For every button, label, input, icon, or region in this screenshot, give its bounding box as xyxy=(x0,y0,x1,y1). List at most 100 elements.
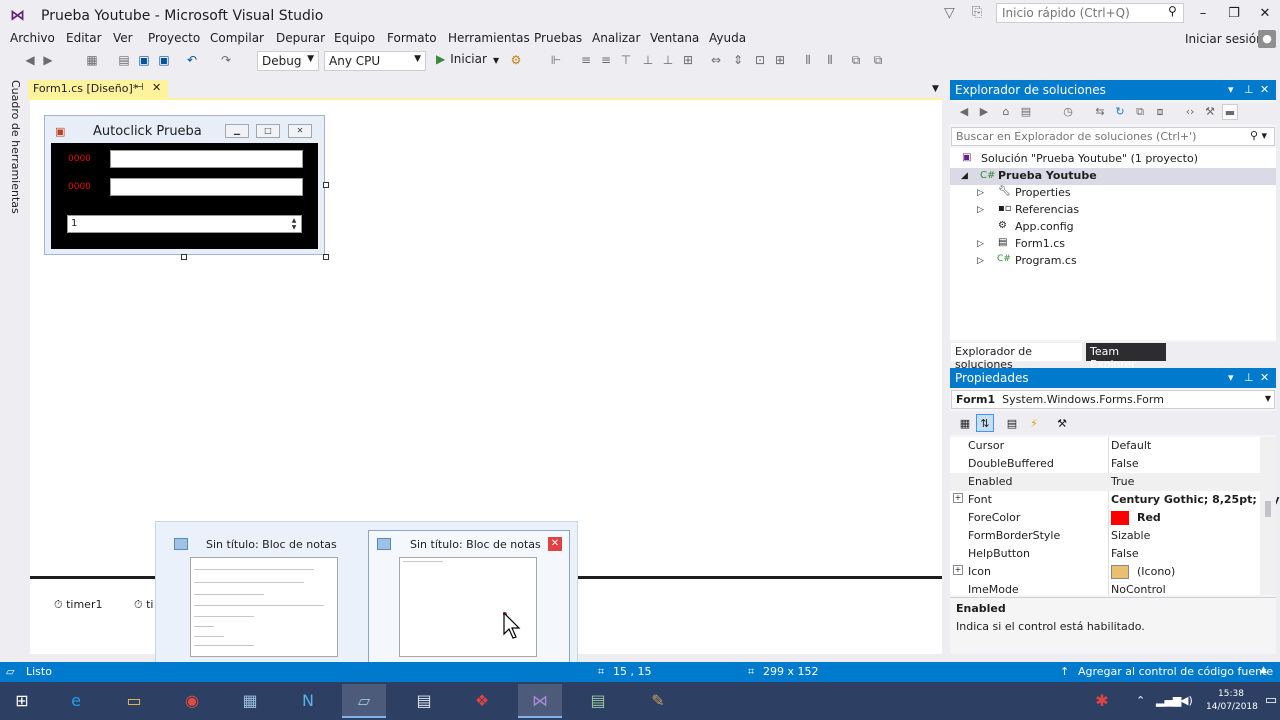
configuration-select[interactable]: Debug ▼ xyxy=(257,51,319,71)
thumbnail-1-preview[interactable] xyxy=(190,557,338,657)
menu-pruebas[interactable]: Pruebas xyxy=(534,31,582,45)
spin-arrows-icon[interactable]: ▲ ▼ xyxy=(288,217,300,231)
expand-plus-icon[interactable]: + xyxy=(953,493,963,503)
tab-form1-design[interactable]: Form1.cs [Diseño]* ⊣ ✕ xyxy=(28,80,168,98)
expand-arrow-icon[interactable]: ▷ xyxy=(977,188,984,198)
search-icon[interactable]: ⚲ xyxy=(1168,4,1177,18)
dropdown-icon[interactable]: ▾ xyxy=(1228,371,1234,384)
property-row-font[interactable]: + Font Century Gothic; 8,25pt; style xyxy=(950,491,1280,509)
property-row-forecolor[interactable]: ForeColor Red xyxy=(950,509,1260,527)
timer1-component[interactable]: ⏱ timer1 xyxy=(54,598,102,612)
colorful-app-icon[interactable]: ❖ xyxy=(460,684,504,718)
restore-button[interactable]: ❐ xyxy=(1221,4,1247,24)
thumbnail-close-icon[interactable]: ✕ xyxy=(548,537,562,551)
source-control-button[interactable]: Agregar al control de código fuente xyxy=(1078,665,1273,678)
thumbnail-2-preview[interactable] xyxy=(399,557,537,657)
navigate-forward-icon[interactable]: ▶ xyxy=(40,52,56,68)
property-row-icon[interactable]: + Icon (Icono) xyxy=(950,563,1260,581)
events-lightning-icon[interactable]: ⚡ xyxy=(1025,414,1043,432)
redo-icon[interactable]: ↷ xyxy=(218,52,234,68)
close-button[interactable]: ✕ xyxy=(1252,4,1278,24)
menu-ventana[interactable]: Ventana xyxy=(650,31,699,45)
align-rights-icon[interactable]: ≡ xyxy=(598,52,614,68)
app-window-icon[interactable]: ▦ xyxy=(228,684,272,718)
align-grid-icon[interactable]: ⊞ xyxy=(680,52,696,68)
textbox-2[interactable] xyxy=(110,178,303,196)
app-window-2-icon[interactable]: ▤ xyxy=(576,684,620,718)
property-value[interactable]: True xyxy=(1111,475,1134,488)
collapse-all-icon[interactable]: ⧉ xyxy=(1132,104,1148,120)
home-icon[interactable]: ⌂ xyxy=(998,104,1014,120)
menu-ver[interactable]: Ver xyxy=(113,31,133,45)
pending-changes-icon[interactable]: ◷ xyxy=(1060,104,1076,120)
tab-overflow-icon[interactable]: ▼ xyxy=(932,84,939,94)
menu-analizar[interactable]: Analizar xyxy=(592,31,640,45)
output-window-icon[interactable]: ▱ xyxy=(6,665,14,678)
search-icon[interactable]: ⚲ ▾ xyxy=(1250,129,1267,142)
menu-archivo[interactable]: Archivo xyxy=(10,31,55,45)
taskbar-clock[interactable]: 15:38 14/07/2018 xyxy=(1206,688,1258,714)
preview-icon[interactable]: ▬ xyxy=(1222,104,1238,120)
align-tops-icon[interactable]: ⊤ xyxy=(618,52,634,68)
browser-link-icon[interactable]: ⚙ xyxy=(508,52,524,68)
menu-proyecto[interactable]: Proyecto xyxy=(148,31,200,45)
expand-plus-icon[interactable]: + xyxy=(953,565,963,575)
alphabetical-icon[interactable]: ⇅ xyxy=(976,414,994,432)
menu-herramientas[interactable]: Herramientas xyxy=(448,31,530,45)
tree-item-properties[interactable]: Properties xyxy=(1015,186,1071,199)
label-1[interactable]: 0000 xyxy=(68,154,91,164)
tray-app-icon[interactable]: ✱ xyxy=(1080,684,1124,718)
align-centers-icon[interactable]: ≡ xyxy=(578,52,594,68)
start-debug-button[interactable]: ▶ Iniciar ▼ xyxy=(436,52,499,66)
pin-icon[interactable]: ⊣ xyxy=(135,82,144,93)
tree-item-program[interactable]: Program.cs xyxy=(1015,254,1077,267)
tree-item-references[interactable]: Referencias xyxy=(1015,203,1079,216)
tree-item-project[interactable]: Prueba Youtube xyxy=(998,169,1097,182)
navigate-back-icon[interactable]: ◀ xyxy=(22,52,38,68)
notifications-filter-icon[interactable]: ▽ xyxy=(944,5,958,21)
size-to-grid-icon[interactable]: ⊞ xyxy=(772,52,788,68)
bring-to-front-icon[interactable]: ⧉ xyxy=(848,52,864,68)
thumbnail-2-title[interactable]: Sin título: Bloc de notas xyxy=(410,538,541,551)
menu-compilar[interactable]: Compilar xyxy=(210,31,264,45)
make-same-height-icon[interactable]: ⇕ xyxy=(730,52,746,68)
property-value[interactable]: Default xyxy=(1111,439,1151,452)
network-icon[interactable]: ▂▄▆ xyxy=(1156,694,1181,707)
thumbnail-1-title[interactable]: Sin título: Bloc de notas xyxy=(206,538,337,551)
textbox-1[interactable] xyxy=(110,150,303,168)
menu-formato[interactable]: Formato xyxy=(387,31,437,45)
refresh-icon[interactable]: ↻ xyxy=(1112,104,1128,120)
forward-icon[interactable]: ▶ xyxy=(976,104,992,120)
tab-team-explorer[interactable]: Team Explorer xyxy=(1086,343,1166,371)
chrome-icon[interactable]: ◉ xyxy=(170,684,214,718)
resize-handle-bottom[interactable] xyxy=(181,254,187,260)
save-all-icon[interactable]: ▣ xyxy=(156,52,172,68)
user-avatar-icon[interactable]: ● xyxy=(1258,30,1276,48)
app-n-icon[interactable]: N xyxy=(286,684,330,718)
save-icon[interactable]: ▣ xyxy=(136,52,152,68)
feedback-icon[interactable]: ⎘ xyxy=(972,5,988,21)
property-row-enabled[interactable]: Enabled True xyxy=(950,473,1260,491)
tab-solution-explorer[interactable]: Explorador de soluciones xyxy=(951,343,1082,371)
show-hidden-icons-icon[interactable]: ⌃ xyxy=(1136,694,1145,707)
show-all-files-icon[interactable]: ⧈ xyxy=(1152,104,1168,120)
expand-arrow-icon[interactable]: ▷ xyxy=(977,239,984,249)
pin-icon[interactable]: ⊥ xyxy=(1244,371,1254,384)
properties-view-icon[interactable]: ▤ xyxy=(1003,414,1021,432)
property-grid-scrollbar[interactable] xyxy=(1260,437,1276,595)
property-value[interactable]: False xyxy=(1111,457,1139,470)
open-file-icon[interactable]: ▤ xyxy=(116,52,132,68)
close-icon[interactable]: ✕ xyxy=(1260,83,1269,96)
send-to-back-icon[interactable]: ⧉ xyxy=(870,52,886,68)
menu-equipo[interactable]: Equipo xyxy=(334,31,375,45)
object-selector[interactable]: Form1 System.Windows.Forms.Form ▼ xyxy=(951,390,1275,409)
tree-item-app-config[interactable]: App.config xyxy=(1015,220,1074,233)
align-middles-icon[interactable]: ⊥ xyxy=(640,52,656,68)
sync-icon[interactable]: ⇆ xyxy=(1092,104,1108,120)
resize-handle-bottom-right[interactable] xyxy=(323,254,329,260)
properties-wrench-icon[interactable]: ⚒ xyxy=(1202,104,1218,120)
property-value[interactable]: Century Gothic; 8,25pt; style xyxy=(1111,493,1280,506)
numeric-up-down[interactable]: 1 xyxy=(67,215,302,233)
align-bottoms-icon[interactable]: ⊥ xyxy=(660,52,676,68)
menu-depurar[interactable]: Depurar xyxy=(276,31,325,45)
